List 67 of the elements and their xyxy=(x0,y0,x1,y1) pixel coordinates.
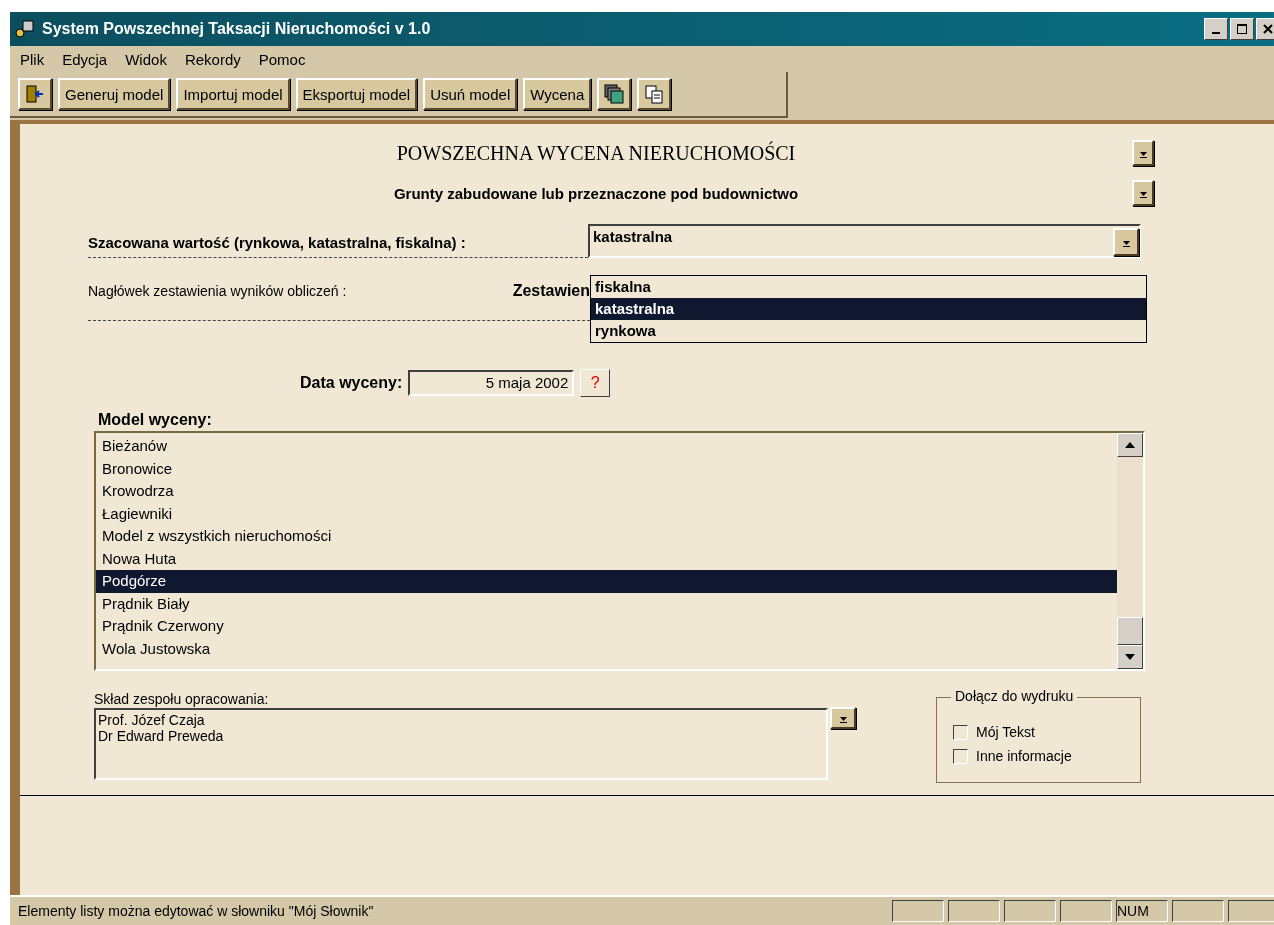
list-item[interactable]: Nowa Huta xyxy=(96,547,1117,570)
list-item[interactable]: Łagiewniki xyxy=(96,502,1117,525)
window-title: System Powszechnej Taksacji Nieruchomości v 1.0 xyxy=(42,20,432,38)
dropdown-button[interactable] xyxy=(830,707,856,729)
status-panel xyxy=(892,900,944,922)
scroll-down-icon xyxy=(1125,654,1135,660)
value-type-combo[interactable]: katastralna xyxy=(588,224,1141,258)
minimize-icon xyxy=(1212,31,1220,34)
toolbar-icon-button[interactable] xyxy=(597,78,632,110)
menu-item[interactable]: Plik xyxy=(20,50,45,68)
form-subheading: Grunty zabudowane lub przeznaczone pod budownictwo xyxy=(392,184,800,202)
field-value: Zestawien xyxy=(512,282,590,300)
field-label: Data wyceny: xyxy=(300,374,403,392)
toolbar-button[interactable]: Wycena xyxy=(523,78,592,110)
minimize-button[interactable] xyxy=(1204,18,1228,40)
field-label: Skład zespołu opracowania: xyxy=(94,691,270,707)
menu-item[interactable]: Pomoc xyxy=(258,50,306,68)
menu-item[interactable]: Rekordy xyxy=(184,50,241,68)
help-button[interactable]: ? xyxy=(580,369,611,397)
toolbar-button[interactable]: Importuj model xyxy=(176,78,290,110)
status-indicator: NUM xyxy=(1116,900,1168,922)
door-arrow-icon xyxy=(25,84,45,104)
menu-item[interactable]: Edycja xyxy=(62,50,108,68)
list-item[interactable]: Prądnik Czerwony xyxy=(96,615,1117,638)
team-textarea[interactable]: Prof. Józef Czaja Dr Edward Preweda xyxy=(94,708,828,780)
group-title: Dołącz do wydruku xyxy=(951,688,1078,704)
close-button[interactable] xyxy=(1256,18,1274,40)
list-item[interactable]: Bronowice xyxy=(96,457,1117,480)
status-panel xyxy=(1172,900,1224,922)
toolbar-icon-button[interactable] xyxy=(18,78,52,110)
field-label: Nagłówek zestawienia wyników obliczeń : xyxy=(88,283,347,299)
list-item[interactable]: Prądnik Biały xyxy=(96,592,1117,615)
list-item[interactable]: Wola Justowska xyxy=(96,637,1117,660)
date-field[interactable]: 5 maja 2002 xyxy=(408,370,575,396)
toolbar-button[interactable]: Generuj model xyxy=(58,78,171,110)
status-panel xyxy=(1060,900,1112,922)
maximize-icon xyxy=(1237,24,1247,34)
scrollbar[interactable] xyxy=(1117,433,1143,669)
dropdown-option[interactable]: katastralna xyxy=(591,298,1146,320)
form-heading: POWSZECHNA WYCENA NIERUCHOMOŚCI xyxy=(395,141,797,165)
scroll-up-icon xyxy=(1125,442,1135,448)
checkbox-label: Mój Tekst xyxy=(976,724,1035,740)
toolbar-icon-button[interactable] xyxy=(637,78,672,110)
status-panel xyxy=(1228,900,1274,922)
stacked-pages-icon xyxy=(604,84,625,104)
status-panel xyxy=(948,900,1000,922)
toolbar-button[interactable]: Usuń model xyxy=(423,78,518,110)
status-panel xyxy=(1004,900,1056,922)
copy-icon xyxy=(644,84,665,104)
status-message: Elementy listy można edytować w słowniku "Mój Słownik" xyxy=(17,903,375,919)
list-item[interactable]: Krowodrza xyxy=(96,480,1117,503)
dropdown-button[interactable] xyxy=(1132,140,1154,166)
dropdown-option[interactable]: rynkowa xyxy=(591,320,1146,342)
checkbox-label: Inne informacje xyxy=(976,748,1072,764)
menu-item[interactable]: Widok xyxy=(125,50,167,68)
list-item[interactable]: Model z wszystkich nieruchomości xyxy=(96,525,1117,548)
list-item[interactable]: Podgórze xyxy=(96,570,1117,593)
toolbar-button[interactable]: Eksportuj model xyxy=(295,78,418,110)
scroll-thumb[interactable] xyxy=(1117,617,1143,645)
checkbox[interactable] xyxy=(953,724,968,740)
checkbox[interactable] xyxy=(953,748,968,764)
dropdown-option[interactable]: fiskalna xyxy=(591,276,1146,298)
field-label: Model wyceny: xyxy=(98,411,213,429)
close-icon xyxy=(1263,24,1273,34)
maximize-button[interactable] xyxy=(1230,18,1254,40)
list-item[interactable]: Bieżanów xyxy=(96,435,1117,458)
dropdown-button[interactable] xyxy=(1132,180,1154,206)
